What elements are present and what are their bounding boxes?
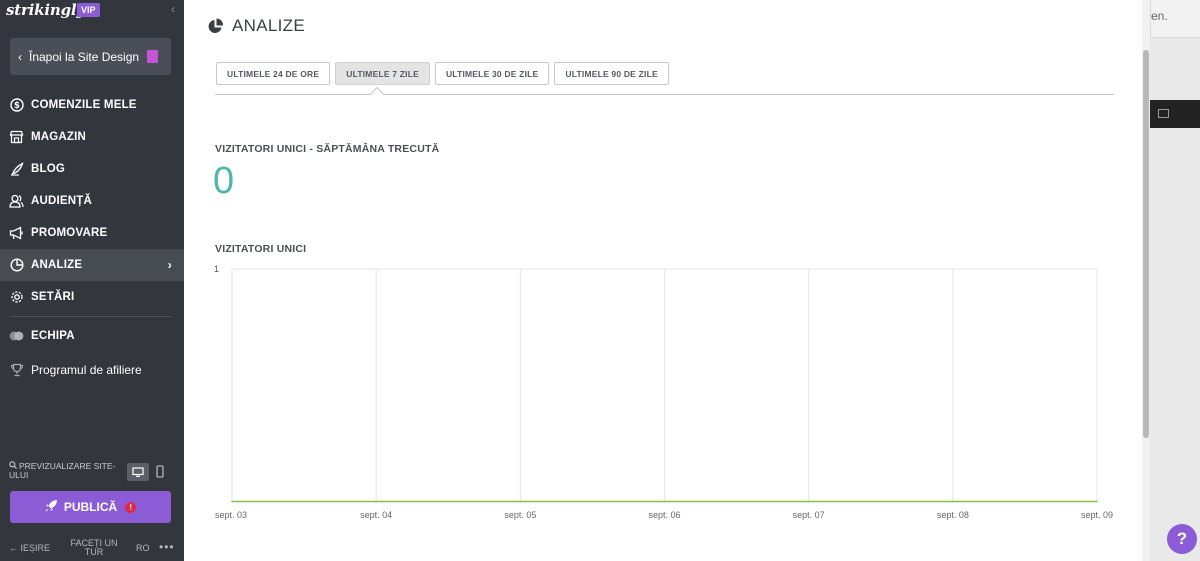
analytics-panel: ANALIZE ULTIMELE 24 DE ORE ULTIMELE 7 ZI… bbox=[184, 0, 1150, 561]
sidebar-item-label: COMENZILE MELE bbox=[31, 99, 137, 111]
image-icon bbox=[1158, 109, 1169, 118]
sidebar-footer: ← IEȘIRE FACEȚI UN TUR RO ••• bbox=[0, 537, 184, 561]
mobile-preview-button[interactable] bbox=[155, 464, 165, 479]
collapse-sidebar-icon[interactable]: ‹ bbox=[171, 2, 175, 16]
pie-chart-icon bbox=[9, 258, 24, 273]
background-toolbar: en. bbox=[1150, 0, 1200, 38]
sidebar-item-promote[interactable]: PROMOVARE bbox=[0, 217, 184, 249]
sidebar-item-orders[interactable]: $ COMENZILE MELE bbox=[0, 89, 184, 121]
sidebar-item-label: AUDIENȚĂ bbox=[31, 195, 93, 207]
data-point bbox=[1096, 500, 1098, 503]
gear-icon bbox=[9, 290, 24, 305]
x-tick-label: sept. 04 bbox=[360, 510, 392, 520]
exit-button[interactable]: ← IEȘIRE bbox=[9, 543, 50, 553]
trophy-icon bbox=[9, 363, 24, 378]
y-tick-label: 1 bbox=[214, 264, 219, 274]
store-icon bbox=[9, 130, 24, 145]
svg-text:$: $ bbox=[13, 101, 19, 111]
more-options-icon[interactable]: ••• bbox=[159, 540, 175, 554]
x-tick-label: sept. 08 bbox=[937, 510, 969, 520]
sidebar-item-analytics[interactable]: ANALIZE › bbox=[0, 249, 184, 281]
x-tick-label: sept. 03 bbox=[215, 510, 247, 520]
data-point bbox=[952, 500, 954, 503]
sidebar-item-affiliate[interactable]: Programul de afiliere bbox=[0, 354, 184, 386]
sidebar: strikingly VIP ‹ ‹ Înapoi la Site Design… bbox=[0, 0, 184, 561]
x-tick-label: sept. 06 bbox=[648, 510, 680, 520]
dollar-circle-icon: $ bbox=[9, 98, 24, 113]
sidebar-item-settings[interactable]: SETĂRI bbox=[0, 281, 184, 313]
sidebar-item-store[interactable]: MAGAZIN bbox=[0, 121, 184, 153]
page-icon bbox=[147, 50, 159, 63]
site-preview-row: PREVIZUALIZARE SITE-ULUI bbox=[9, 461, 174, 483]
exit-label: IEȘIRE bbox=[20, 543, 51, 553]
chevron-right-icon: › bbox=[167, 258, 172, 272]
sidebar-item-label: MAGAZIN bbox=[31, 131, 87, 143]
sidebar-item-label: Programul de afiliere bbox=[31, 363, 142, 377]
take-tour-button[interactable]: FACEȚI UN TUR bbox=[66, 539, 122, 557]
rocket-icon bbox=[45, 499, 58, 515]
data-point bbox=[663, 500, 666, 503]
team-icon bbox=[9, 329, 24, 344]
sidebar-nav: $ COMENZILE MELE MAGAZIN BLOG AUDIENȚĂ P… bbox=[0, 89, 184, 386]
help-button[interactable]: ? bbox=[1167, 524, 1197, 554]
x-tick-label: sept. 07 bbox=[793, 510, 825, 520]
site-preview-label: PREVIZUALIZARE SITE-ULUI bbox=[9, 461, 129, 480]
main-scrollbar[interactable] bbox=[1142, 0, 1150, 561]
visitors-line-chart: 1 sept. 03 sept. 04 sept. 05 sept. 06 sept. 0… bbox=[214, 264, 1113, 520]
strikingly-logo[interactable]: strikingly bbox=[6, 1, 85, 19]
x-tick-label: sept. 05 bbox=[504, 510, 536, 520]
megaphone-icon bbox=[9, 226, 24, 241]
sidebar-divider bbox=[10, 316, 172, 317]
users-icon bbox=[9, 194, 24, 209]
data-point bbox=[231, 500, 233, 503]
x-tick-label: sept. 09 bbox=[1081, 510, 1113, 520]
vip-badge: VIP bbox=[77, 3, 100, 17]
publish-label: PUBLICĂ bbox=[63, 500, 118, 514]
data-point bbox=[375, 500, 377, 503]
sidebar-item-team[interactable]: ECHIPA bbox=[0, 320, 184, 352]
mobile-icon bbox=[156, 465, 164, 478]
sidebar-item-blog[interactable]: BLOG bbox=[0, 153, 184, 185]
sidebar-item-label: SETĂRI bbox=[31, 291, 75, 303]
back-to-site-design-button[interactable]: ‹ Înapoi la Site Design bbox=[10, 38, 171, 75]
language-selector[interactable]: RO bbox=[136, 543, 150, 553]
sidebar-item-label: ANALIZE bbox=[31, 259, 83, 271]
sidebar-item-audience[interactable]: AUDIENȚĂ bbox=[0, 185, 184, 217]
alert-icon: ! bbox=[125, 501, 137, 513]
desktop-preview-button[interactable] bbox=[127, 463, 149, 481]
back-button-label: Înapoi la Site Design bbox=[29, 49, 140, 64]
feather-pen-icon bbox=[9, 162, 24, 177]
logo-row: strikingly VIP ‹ bbox=[0, 0, 184, 22]
desktop-icon bbox=[132, 467, 144, 477]
scrollbar-thumb[interactable] bbox=[1143, 50, 1149, 438]
background-image-toolbar bbox=[1150, 100, 1200, 128]
sidebar-item-label: PROMOVARE bbox=[31, 227, 108, 239]
data-point bbox=[519, 500, 522, 503]
sidebar-item-label: ECHIPA bbox=[31, 330, 75, 342]
chevron-left-icon: ‹ bbox=[18, 49, 22, 64]
publish-button[interactable]: PUBLICĂ ! bbox=[10, 491, 171, 523]
editor-background: en. ? bbox=[1150, 0, 1200, 561]
search-icon bbox=[9, 461, 17, 469]
background-text: en. bbox=[1151, 9, 1168, 23]
sidebar-item-label: BLOG bbox=[31, 163, 66, 175]
data-point bbox=[807, 500, 810, 503]
preview-label-text: PREVIZUALIZARE SITE-ULUI bbox=[9, 461, 116, 480]
